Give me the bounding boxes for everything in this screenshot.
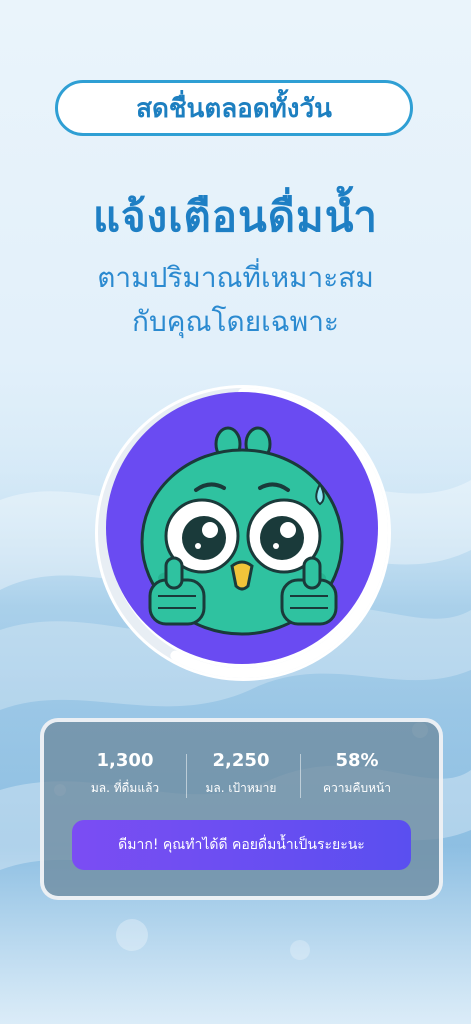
stat-progress-label: ความคืบหน้า — [323, 781, 391, 795]
stat-goal: 2,250 มล. เป้าหมาย — [176, 750, 306, 798]
stat-goal-value: 2,250 — [212, 750, 270, 771]
stat-drunk: 1,300 มล. ที่ดื่มแล้ว — [60, 750, 190, 798]
stat-drunk-label: มล. ที่ดื่มแล้ว — [90, 781, 160, 795]
encouragement-button[interactable]: ดีมาก! คุณทำได้ดี คอยดื่มน้ำเป็นระยะนะ — [72, 820, 411, 870]
owl-mascot-thumbs-up-icon — [140, 426, 344, 636]
stat-goal-label: มล. เป้าหมาย — [205, 781, 277, 795]
subheadline-line1: ตามปริมาณที่เหมาะสม — [97, 261, 374, 294]
mascot-avatar — [106, 392, 378, 664]
headline: แจ้งเตือนดื่มน้ำ — [92, 192, 378, 241]
stats-card: 1,300 มล. ที่ดื่มแล้ว 2,250 มล. เป้าหมาย… — [40, 718, 443, 900]
stat-progress: 58% ความคืบหน้า — [292, 750, 422, 798]
subheadline-line2: กับคุณโดยเฉพาะ — [132, 305, 339, 338]
stat-progress-value: 58% — [335, 750, 379, 771]
stat-drunk-value: 1,300 — [96, 750, 154, 771]
tagline-badge: สดชื่นตลอดทั้งวัน — [55, 80, 413, 136]
